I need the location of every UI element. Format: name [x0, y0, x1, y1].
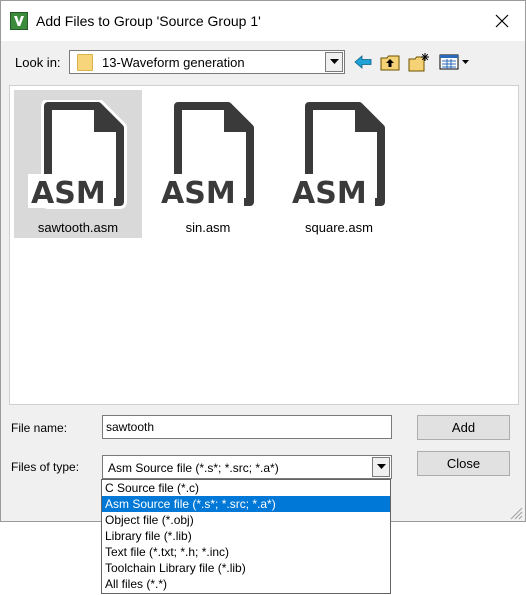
file-type-value: Asm Source file (*.s*; *.src; *.a*): [108, 461, 279, 475]
file-name-field-label: File name:: [11, 421, 68, 435]
file-type-field-label: Files of type:: [11, 460, 80, 474]
back-button[interactable]: [352, 51, 374, 73]
file-item-sin[interactable]: ASM sin.asm: [144, 90, 272, 238]
file-type-option[interactable]: Toolchain Library file (*.lib): [102, 560, 390, 576]
add-button[interactable]: Add: [417, 415, 510, 440]
folder-icon: [77, 54, 93, 71]
title-bar: Add Files to Group 'Source Group 1': [1, 1, 525, 41]
up-folder-icon: [380, 55, 400, 71]
file-item-square[interactable]: ASM square.asm: [275, 90, 403, 238]
dialog-title: Add Files to Group 'Source Group 1': [36, 13, 261, 29]
chevron-down-icon: [376, 464, 386, 469]
chevron-down-icon: [329, 59, 339, 64]
file-type-option-selected[interactable]: Asm Source file (*.s*; *.src; *.a*): [102, 496, 390, 512]
asm-file-icon: ASM: [28, 100, 127, 210]
look-in-label: Look in:: [15, 55, 61, 70]
uvision-logo-icon: [10, 12, 28, 30]
file-type-option[interactable]: Object file (*.obj): [102, 512, 390, 528]
look-in-dropdown-button[interactable]: [325, 52, 343, 72]
asm-file-icon: ASM: [158, 102, 254, 210]
file-name-input[interactable]: sawtooth: [102, 415, 392, 439]
file-name-label: sin.asm: [185, 220, 231, 235]
file-type-select[interactable]: Asm Source file (*.s*; *.src; *.a*): [102, 455, 392, 479]
file-type-dropdown-list: C Source file (*.c) Asm Source file (*.s…: [101, 479, 391, 594]
view-menu-icon: [439, 54, 469, 70]
file-name-label: sawtooth.asm: [37, 220, 119, 235]
add-files-dialog: Add Files to Group 'Source Group 1' Look…: [0, 0, 526, 522]
asm-label: ASM: [161, 176, 236, 210]
file-type-option[interactable]: Library file (*.lib): [102, 528, 390, 544]
file-name-label: square.asm: [305, 220, 373, 235]
resize-grip-icon[interactable]: [507, 504, 523, 520]
asm-label: ASM: [292, 176, 367, 210]
asm-file-icon: ASM: [289, 102, 385, 210]
file-item-sawtooth[interactable]: ASM sawtooth.asm: [14, 90, 142, 238]
file-type-dropdown-button[interactable]: [372, 457, 390, 477]
file-type-option[interactable]: C Source file (*.c): [102, 480, 390, 496]
look-in-combo[interactable]: 13-Waveform generation: [69, 50, 345, 74]
file-list-view[interactable]: ASM sawtooth.asm ASM sin.asm ASM square.…: [9, 85, 519, 405]
up-folder-button[interactable]: [379, 51, 401, 73]
close-icon: [495, 14, 509, 28]
new-folder-button[interactable]: [408, 51, 430, 73]
look-in-value: 13-Waveform generation: [102, 55, 245, 70]
asm-label: ASM: [31, 176, 106, 210]
back-arrow-icon: [354, 55, 372, 69]
new-folder-icon: [408, 53, 429, 72]
close-button[interactable]: Close: [417, 451, 510, 476]
close-window-button[interactable]: [479, 1, 525, 41]
file-type-option[interactable]: All files (*.*): [102, 576, 390, 592]
view-menu-button[interactable]: [438, 51, 472, 73]
file-type-option[interactable]: Text file (*.txt; *.h; *.inc): [102, 544, 390, 560]
